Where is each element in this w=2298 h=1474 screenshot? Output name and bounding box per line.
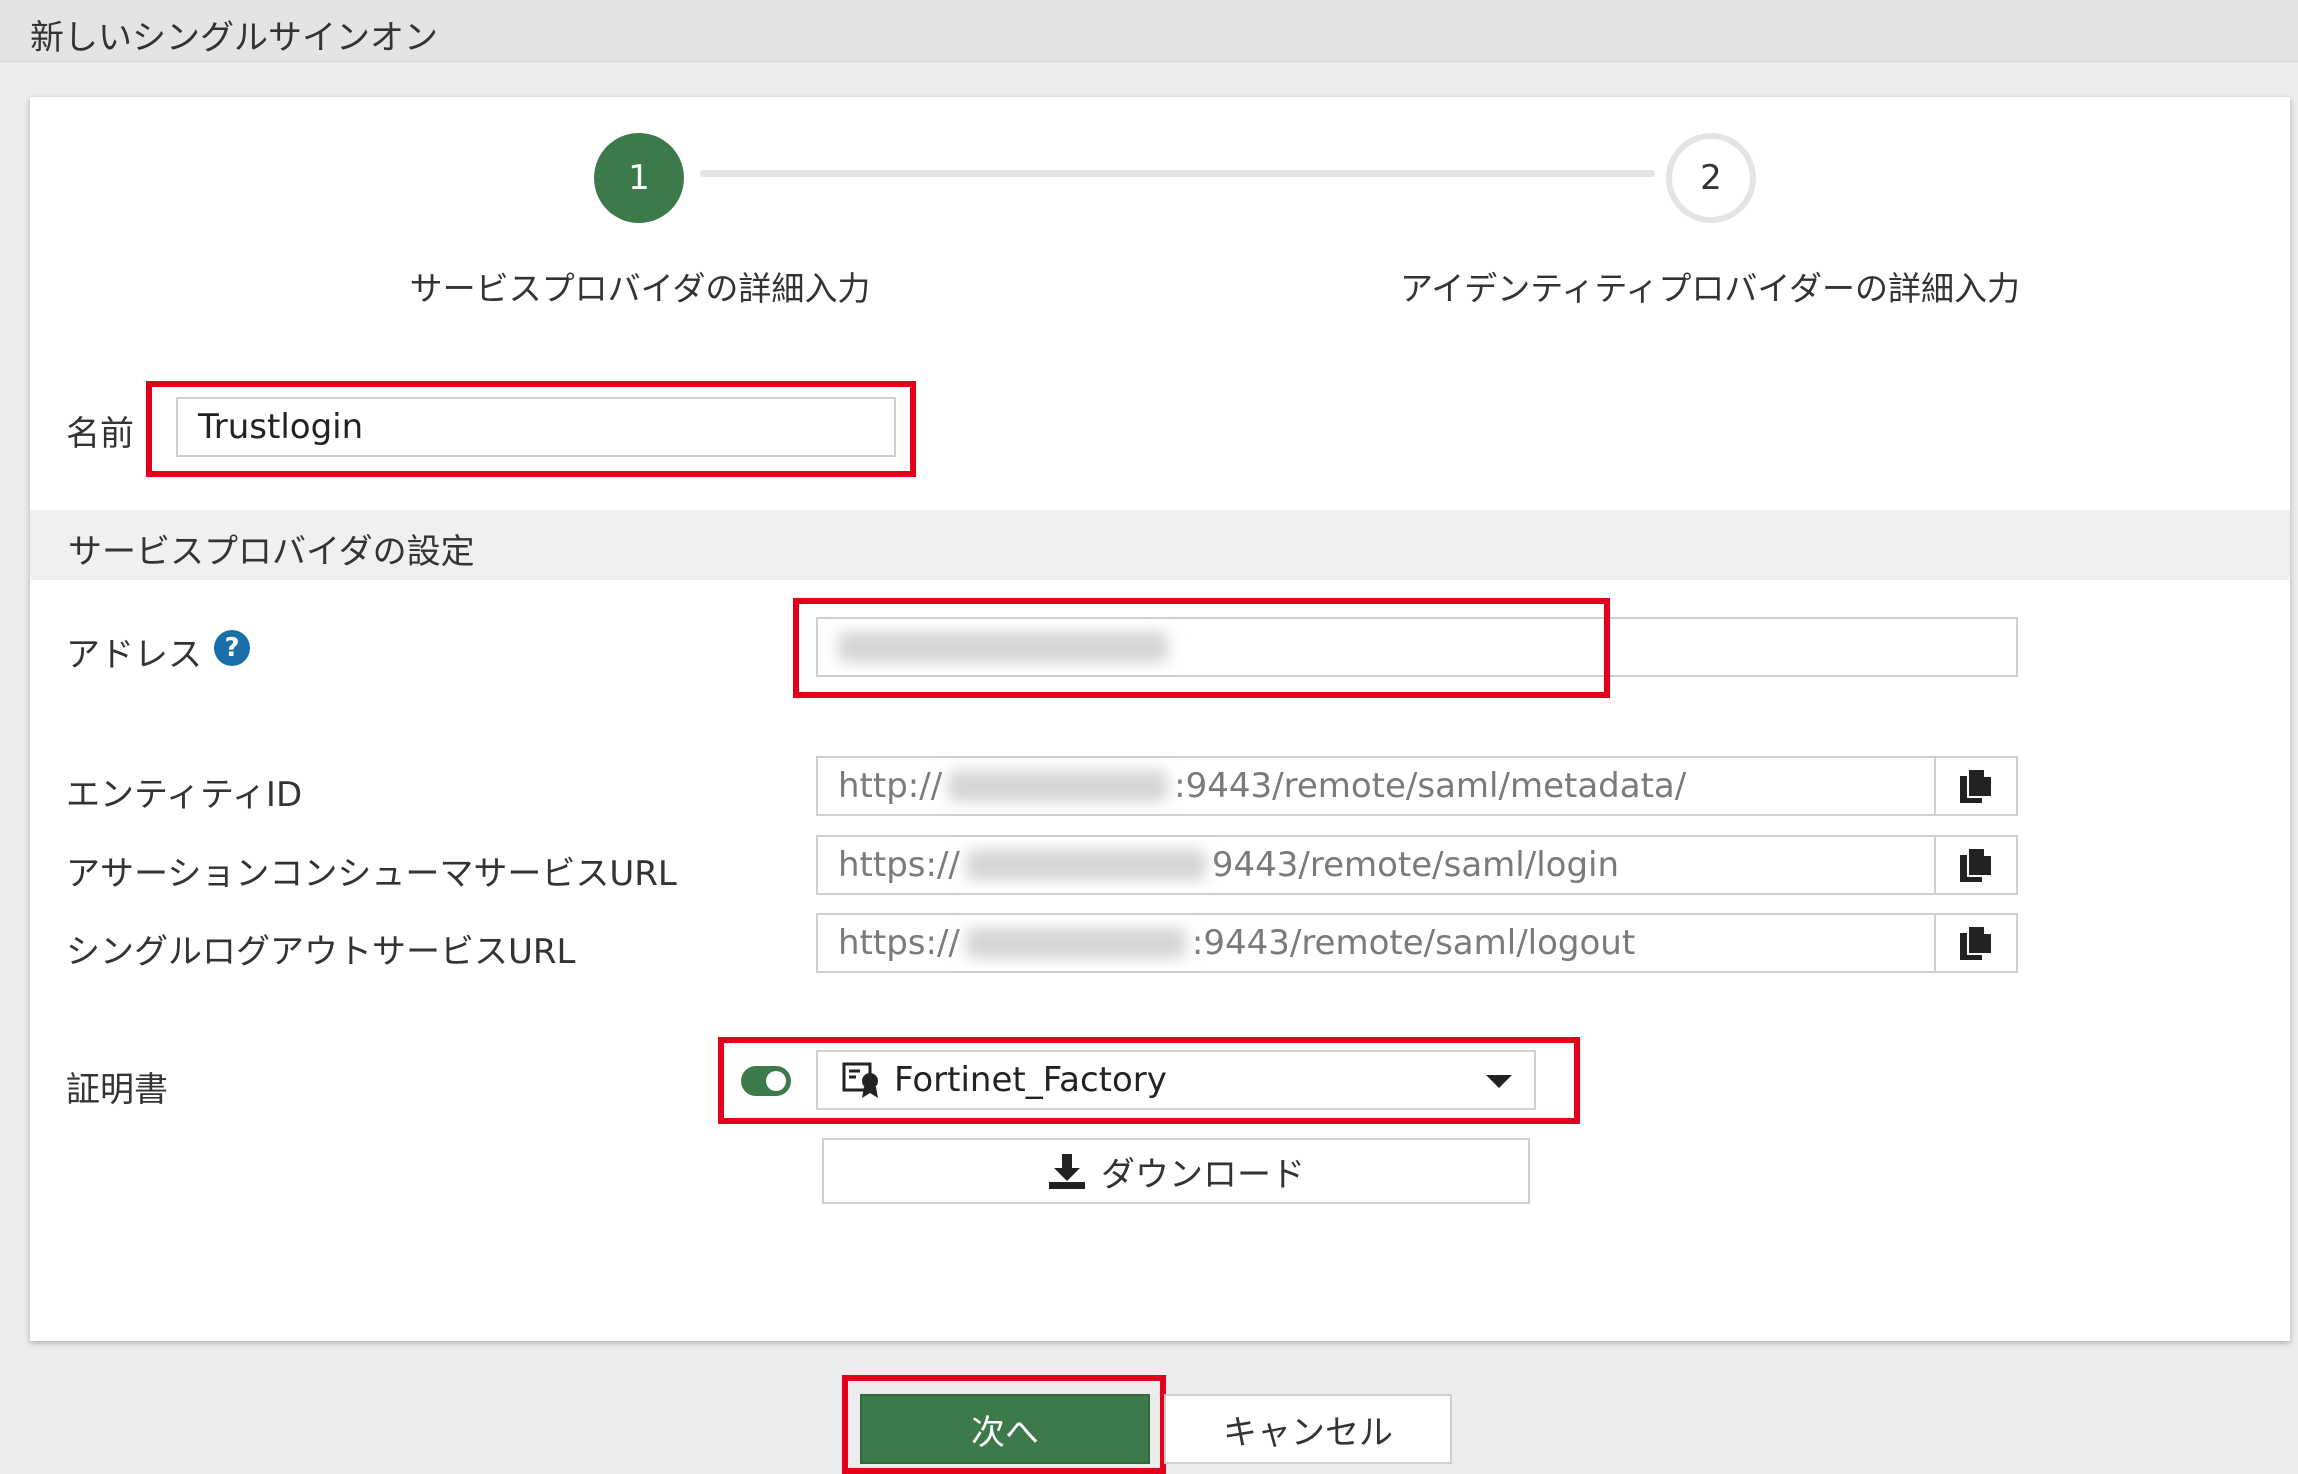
name-label: 名前 [66, 414, 134, 454]
acs-url-field[interactable]: https:// 9443/remote/saml/login [816, 835, 1936, 895]
address-highlight-box [793, 598, 1610, 698]
entity-id-redacted [948, 770, 1169, 802]
entity-id-suffix: :9443/remote/saml/metadata/ [1174, 766, 1687, 806]
step-1-indicator: 1 [594, 133, 684, 223]
download-label: ダウンロード [1101, 1154, 1305, 1195]
copy-icon [1960, 768, 1993, 803]
acs-url-prefix: https:// [838, 845, 960, 885]
step-2-indicator: 2 [1666, 133, 1756, 223]
slo-url-field[interactable]: https:// :9443/remote/saml/logout [816, 913, 1936, 973]
service-provider-section-header: サービスプロバイダの設定 [30, 510, 2290, 580]
slo-url-suffix: :9443/remote/saml/logout [1191, 923, 1636, 963]
certificate-label: 証明書 [66, 1070, 168, 1110]
question-circle-icon[interactable]: ? [214, 630, 250, 666]
step-1-label: サービスプロバイダの詳細入力 [409, 269, 871, 308]
acs-url-label: アサーションコンシューマサービスURL [66, 854, 677, 894]
acs-url-copy-button[interactable] [1934, 835, 2018, 895]
entity-id-field[interactable]: http:// :9443/remote/saml/metadata/ [816, 756, 1936, 816]
download-icon [1049, 1154, 1085, 1189]
stepper-line [700, 170, 1655, 177]
copy-icon [1960, 925, 1993, 960]
section-title: サービスプロバイダの設定 [68, 532, 475, 572]
address-label: アドレス [66, 635, 202, 675]
dialog-title-bar: 新しいシングルサインオン [0, 0, 2298, 62]
step-2-label: アイデンティティプロバイダーの詳細入力 [1399, 269, 2021, 308]
name-highlight-box [146, 381, 916, 477]
slo-url-copy-button[interactable] [1934, 913, 2018, 973]
download-button[interactable]: ダウンロード [822, 1138, 1530, 1204]
acs-url-redacted [965, 849, 1206, 881]
dialog-title: 新しいシングルサインオン [30, 18, 438, 58]
slo-url-redacted [965, 927, 1186, 959]
next-highlight-box [842, 1375, 1166, 1474]
slo-url-label: シングルログアウトサービスURL [66, 932, 576, 972]
entity-id-copy-button[interactable] [1934, 756, 2018, 816]
entity-id-prefix: http:// [838, 766, 943, 806]
acs-url-suffix: 9443/remote/saml/login [1211, 845, 1620, 885]
cancel-button[interactable]: キャンセル [1164, 1394, 1452, 1464]
copy-icon [1960, 847, 1993, 882]
certificate-highlight-box [718, 1037, 1580, 1124]
slo-url-prefix: https:// [838, 923, 960, 963]
entity-id-label: エンティティID [66, 775, 303, 815]
